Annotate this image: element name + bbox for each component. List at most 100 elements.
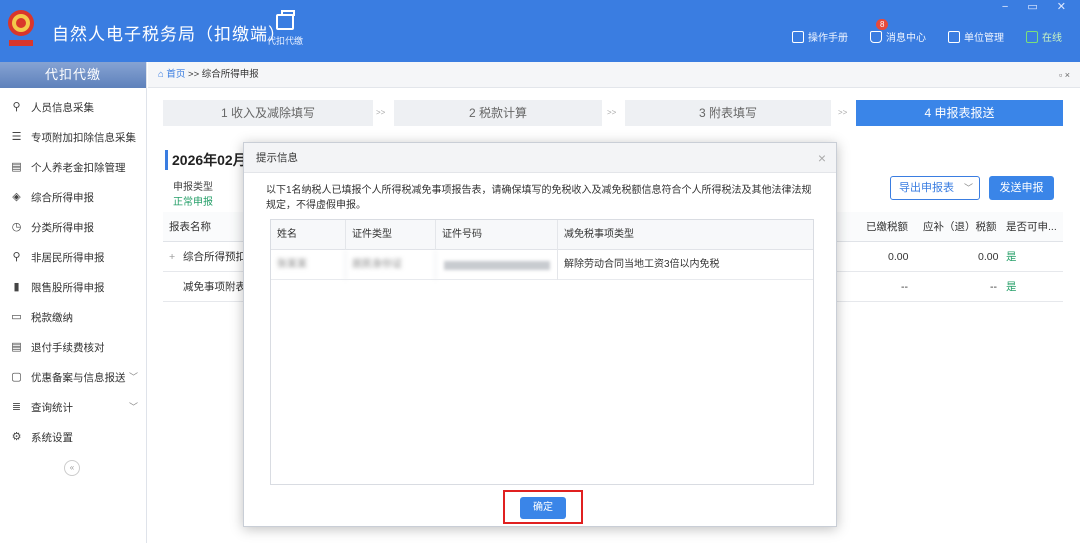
- file-icon: ▢: [11, 370, 22, 383]
- online-icon: [1026, 30, 1038, 43]
- top-bar: 自然人电子税务局（扣缴端） 代扣代缴 − ▭ ✕ 操作手册 8 消息中心 单位管…: [0, 0, 1080, 62]
- sidebar-item-restricted-shares[interactable]: ▮ 限售股所得申报: [0, 272, 146, 302]
- user-icon: ⚲: [12, 250, 21, 263]
- sidebar-item-label: 系统设置: [31, 431, 73, 444]
- sidebar-item-label: 限售股所得申报: [31, 281, 105, 294]
- breadcrumb-home[interactable]: 首页: [166, 69, 185, 80]
- breadcrumb-separator: >>: [188, 69, 200, 80]
- book-icon: [792, 30, 804, 43]
- tab-close-controls[interactable]: ▫ ×: [1059, 62, 1070, 88]
- taxpayer-exemption-type: 解除劳动合同当地工资3倍以内免税: [564, 259, 720, 270]
- can-declare: 是: [1006, 281, 1017, 293]
- app-title: 自然人电子税务局（扣缴端）: [52, 25, 286, 44]
- sidebar-item-classified-income[interactable]: ◷ 分类所得申报: [0, 212, 146, 242]
- online-status-label: 在线: [1042, 33, 1062, 44]
- person-icon: ⚲: [12, 100, 21, 113]
- taxpayer-id-type: 居民身份证: [346, 250, 436, 280]
- col-report-name: 报表名称: [169, 221, 211, 233]
- sidebar-item-label: 综合所得申报: [31, 191, 94, 204]
- unit-management-link[interactable]: 单位管理: [948, 29, 1004, 44]
- chevron-down-icon: ﹀: [963, 183, 973, 193]
- due-tax: 0.00: [978, 251, 999, 263]
- dialog-title: 提示信息: [256, 152, 298, 164]
- paid-tax: --: [901, 281, 908, 293]
- collapse-sidebar-icon[interactable]: «: [64, 460, 80, 476]
- col-exemption-type: 减免税事项类型: [564, 229, 634, 240]
- can-declare: 是: [1006, 251, 1017, 263]
- col-due-tax: 应补（退）税额: [923, 221, 997, 233]
- sidebar-item-label: 分类所得申报: [31, 221, 94, 234]
- chart-icon: ▮: [13, 280, 20, 293]
- expand-icon[interactable]: +: [169, 242, 175, 272]
- sidebar-item-tax-payment[interactable]: ▭ 税款缴纳: [0, 302, 146, 332]
- close-icon[interactable]: ×: [818, 143, 826, 173]
- sidebar-header: 代扣代缴: [0, 62, 146, 88]
- sidebar-item-personnel-info[interactable]: ⚲ 人员信息采集: [0, 92, 146, 122]
- sidebar-item-refund-fee-check[interactable]: ▤ 退付手续费核对: [0, 332, 146, 362]
- sidebar-item-label: 个人养老金扣除管理: [31, 161, 126, 174]
- paid-tax: 0.00: [888, 251, 909, 263]
- dialog-header: 提示信息 ×: [244, 143, 836, 173]
- step-attachment[interactable]: 3 附表填写: [625, 100, 831, 126]
- sidebar-item-label: 税款缴纳: [31, 311, 73, 324]
- sidebar-item-comprehensive-income[interactable]: ◈ 综合所得申报: [0, 182, 146, 212]
- send-declaration-button[interactable]: 发送申报: [989, 176, 1054, 200]
- search-list-icon: ≣: [11, 400, 22, 413]
- export-declaration-label: 导出申报表: [899, 182, 954, 194]
- declaration-type-value: 正常申报: [173, 197, 213, 208]
- folder-icon: [276, 10, 295, 30]
- taxpayer-table-header: 姓名 证件类型 证件号码 减免税事项类型: [271, 220, 813, 250]
- step-tax-calculation[interactable]: 2 税款计算: [394, 100, 602, 126]
- breadcrumb: ⌂ 首页 >> 综合所得申报 ▫ ×: [148, 62, 1080, 88]
- building-icon: [948, 30, 960, 43]
- window-controls[interactable]: − ▭ ✕: [1002, 0, 1074, 13]
- layers-icon: ◈: [12, 190, 21, 203]
- confirm-button[interactable]: 确定: [520, 497, 566, 519]
- col-id-number: 证件号码: [436, 220, 558, 250]
- sidebar-item-query-stats[interactable]: ≣ 查询统计 ﹀: [0, 392, 146, 422]
- sidebar-item-nonresident-income[interactable]: ⚲ 非居民所得申报: [0, 242, 146, 272]
- sidebar-item-pension-deduction[interactable]: ▤ 个人养老金扣除管理: [0, 152, 146, 182]
- message-icon: [870, 30, 882, 43]
- step-separator: >>: [838, 108, 848, 117]
- step-submit-declaration[interactable]: 4 申报表报送: [856, 100, 1063, 126]
- sidebar-item-label: 人员信息采集: [31, 101, 94, 114]
- top-links: 操作手册 8 消息中心 单位管理 在线: [792, 19, 1062, 44]
- clock-icon: ◷: [11, 220, 22, 233]
- unit-management-label: 单位管理: [964, 33, 1004, 44]
- report-name: 减免事项附表: [183, 281, 246, 293]
- sidebar-item-label: 非居民所得申报: [31, 251, 105, 264]
- col-paid-tax: 已缴税额: [866, 221, 908, 233]
- receipt-icon: ▤: [11, 340, 22, 353]
- withholding-tool-label: 代扣代缴: [266, 36, 303, 46]
- taxpayer-name: 张某某: [271, 250, 346, 280]
- withholding-tool-button[interactable]: 代扣代缴: [262, 10, 308, 47]
- sidebar-item-system-settings[interactable]: ⚙ 系统设置: [0, 422, 146, 452]
- sidebar-item-label: 退付手续费核对: [31, 341, 105, 354]
- message-center-link[interactable]: 8 消息中心: [870, 19, 926, 44]
- declaration-type-label: 申报类型: [173, 182, 213, 193]
- sidebar-item-preferential-filing[interactable]: ▢ 优惠备案与信息报送 ﹀: [0, 362, 146, 392]
- manual-link[interactable]: 操作手册: [792, 29, 848, 44]
- tax-emblem-icon: [8, 10, 34, 46]
- col-can-declare: 是否可申...: [1006, 221, 1057, 233]
- step-separator: >>: [376, 108, 386, 117]
- table-row[interactable]: 张某某 居民身份证 解除劳动合同当地工资3倍以内免税: [271, 250, 813, 280]
- message-center-label: 消息中心: [886, 33, 926, 44]
- sidebar-item-label: 优惠备案与信息报送: [31, 371, 126, 384]
- period-title: 2026年02月: [165, 150, 247, 170]
- home-icon[interactable]: ⌂: [158, 69, 164, 80]
- list-icon: ☰: [11, 130, 22, 143]
- col-name: 姓名: [271, 220, 346, 250]
- export-declaration-button[interactable]: 导出申报表 ﹀: [890, 176, 980, 200]
- manual-label: 操作手册: [808, 33, 848, 44]
- document-icon: ▤: [11, 160, 22, 173]
- sidebar: 代扣代缴 ⚲ 人员信息采集 ☰ 专项附加扣除信息采集 ▤ 个人养老金扣除管理 ◈ 综合所…: [0, 62, 147, 543]
- breadcrumb-current: 综合所得申报: [201, 69, 259, 80]
- sidebar-item-special-deduction[interactable]: ☰ 专项附加扣除信息采集: [0, 122, 146, 152]
- online-status-link[interactable]: 在线: [1026, 29, 1062, 44]
- wallet-icon: ▭: [11, 310, 22, 323]
- step-income-deduction[interactable]: 1 收入及减除填写: [163, 100, 373, 126]
- chevron-down-icon: ﹀: [128, 372, 138, 382]
- sidebar-item-label: 查询统计: [31, 401, 73, 414]
